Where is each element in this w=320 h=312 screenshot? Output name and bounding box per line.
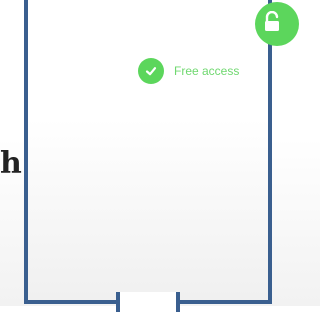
unlock-button[interactable] [255,2,299,46]
unlocked-padlock-icon [263,10,281,38]
access-card: Free access [24,0,272,304]
free-access-badge: Free access [138,58,239,84]
card-bottom-notch [116,292,180,312]
page-heading-fragment: h [0,146,22,181]
free-access-label: Free access [174,64,240,78]
checkmark-icon [138,58,164,84]
